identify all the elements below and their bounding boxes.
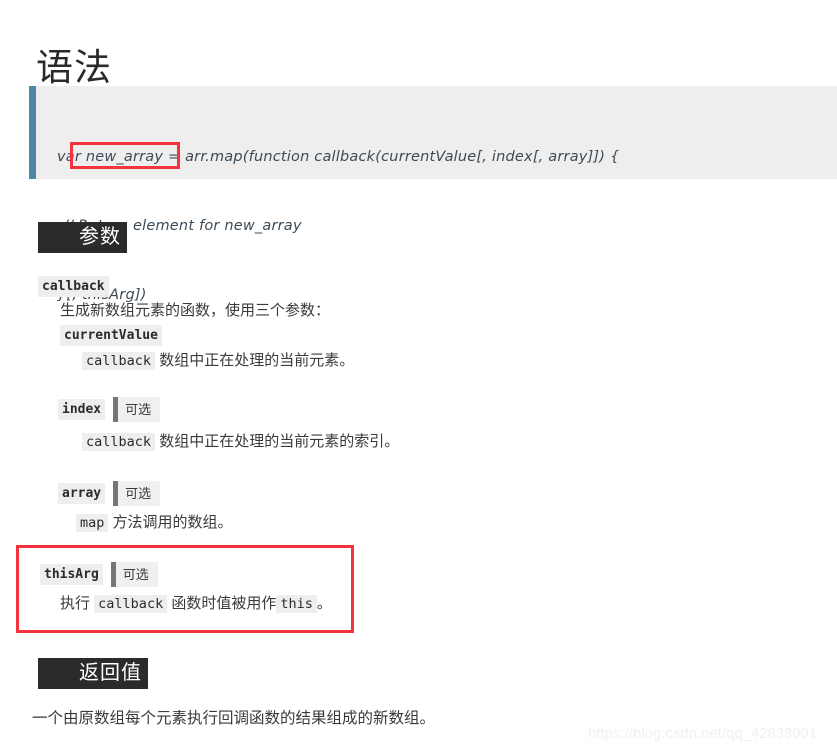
param-term-thisarg: thisArg 可选 (40, 562, 158, 587)
param-name-currentvalue: currentValue (60, 325, 162, 346)
param-desc-thisarg-suffix: 。 (316, 595, 332, 612)
param-desc-thisarg-prefix: 执行 (60, 595, 95, 612)
section-heading-returns: 返回值 (38, 658, 148, 689)
param-desc-array-text: 方法调用的数组。 (108, 514, 233, 531)
optional-badge-thisarg: 可选 (110, 562, 158, 587)
param-desc-callback: 生成新数组元素的函数，使用三个参数： (60, 299, 330, 323)
param-name-index: index (58, 399, 106, 420)
document-page: 语法 var new_array = arr.map(function call… (0, 0, 837, 755)
param-term-array: array 可选 (58, 481, 161, 506)
param-desc-currentvalue: callback 数组中正在处理的当前元素。 (82, 349, 354, 373)
param-desc-callback-text: 生成新数组元素的函数，使用三个参数： (60, 302, 331, 319)
param-term-callback: callback (38, 276, 109, 297)
param-desc-index: callback 数组中正在处理的当前元素的索引。 (82, 430, 399, 454)
thisarg-highlight-annotation (16, 545, 354, 633)
param-desc-currentvalue-code: callback (82, 352, 156, 370)
param-desc-index-code: callback (82, 433, 156, 451)
watermark: https://blog.csdn.net/qq_42833001 (588, 726, 818, 742)
code-block-accent-bar (29, 86, 36, 179)
param-desc-currentvalue-text: 数组中正在处理的当前元素。 (155, 352, 355, 369)
returns-description: 一个由原数组每个元素执行回调函数的结果组成的新数组。 (32, 710, 436, 727)
param-desc-thisarg-text: 函数时值被用作 (167, 595, 277, 612)
code-line-2: // Return element for new_array (63, 218, 302, 234)
code-highlight-annotation (70, 142, 180, 169)
param-name-array: array (58, 483, 106, 504)
param-name-callback: callback (38, 276, 109, 297)
optional-badge-array: 可选 (113, 481, 161, 506)
param-desc-array: map 方法调用的数组。 (76, 511, 233, 535)
param-desc-thisarg-code: callback (94, 595, 168, 613)
param-name-thisarg: thisArg (40, 564, 103, 585)
param-desc-index-text: 数组中正在处理的当前元素的索引。 (155, 433, 400, 450)
param-desc-thisarg: 执行 callback 函数时值被用作 this。 (60, 592, 332, 616)
param-term-index: index 可选 (58, 397, 161, 422)
param-desc-array-code: map (76, 514, 109, 532)
param-desc-thisarg-code2: this (276, 595, 317, 613)
optional-badge-index: 可选 (113, 397, 161, 422)
param-term-currentvalue: currentValue (60, 325, 162, 346)
section-heading-parameters: 参数 (38, 222, 127, 253)
